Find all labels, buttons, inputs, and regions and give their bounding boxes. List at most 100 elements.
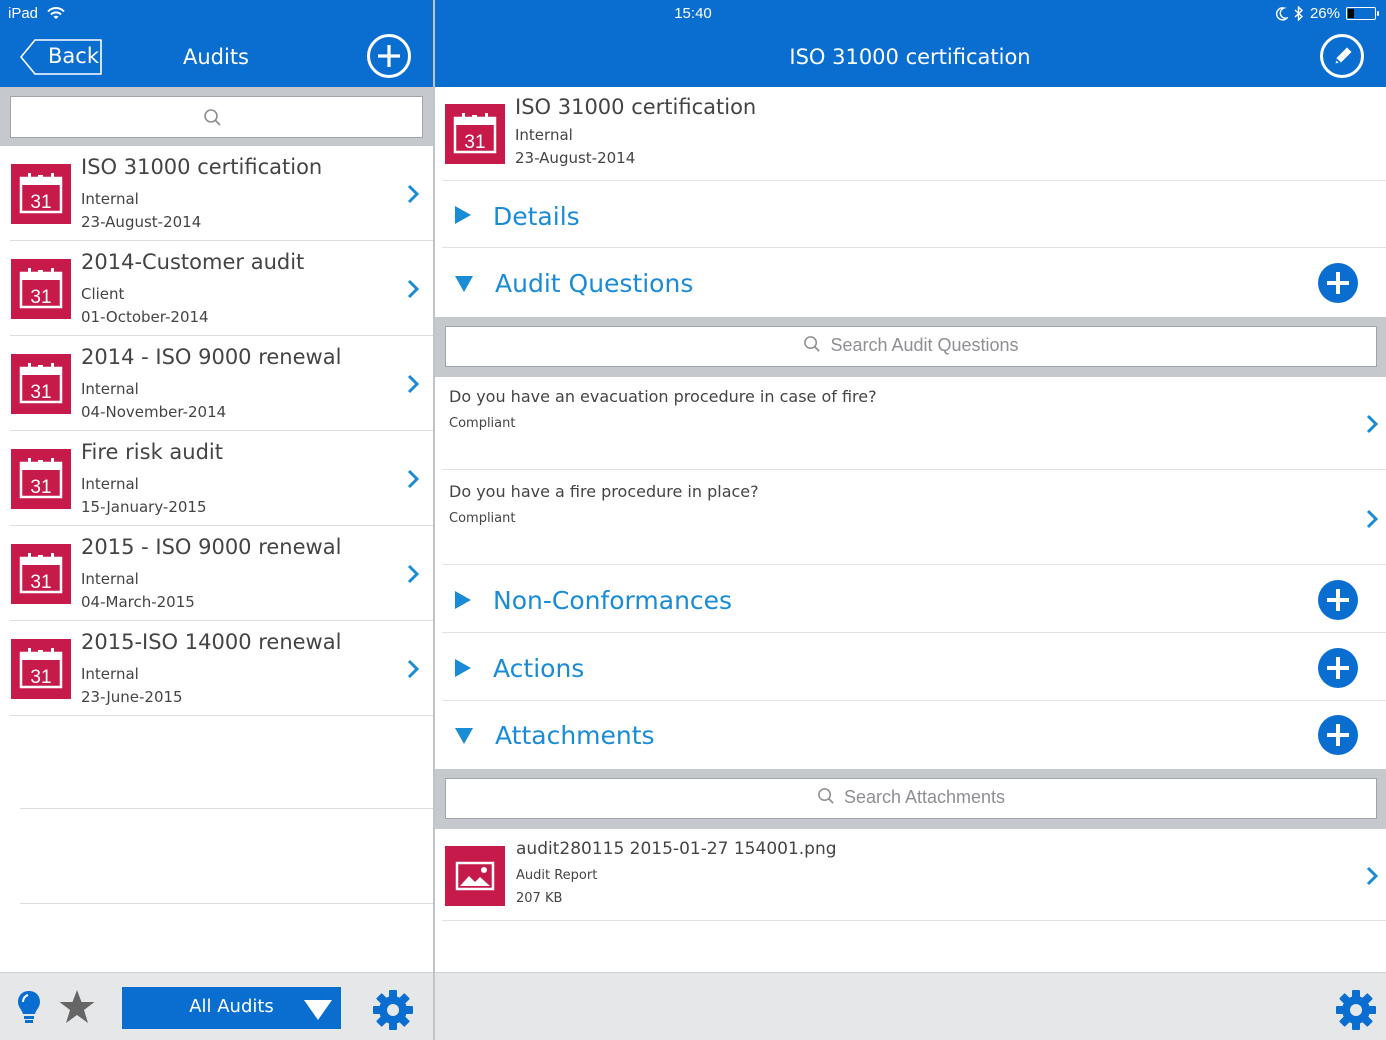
chevron-right-icon [407,184,420,204]
chevron-right-icon [407,469,420,489]
back-button[interactable]: Back [20,39,102,75]
audit-list-item[interactable]: 31 ISO 31000 certification Internal 23-Augu… [0,146,433,241]
expand-triangle-icon[interactable] [454,590,472,610]
battery-percent: 26% [1309,5,1340,22]
row-divider [442,564,1386,565]
svg-text:31: 31 [30,667,51,688]
audit-list-item[interactable]: 31 2015-ISO 14000 renewal Internal 23-June-… [0,621,433,716]
chevron-right-icon [1366,414,1379,434]
left-footer-toolbar: All Audits [0,972,433,1040]
row-divider [442,247,1386,248]
lightbulb-icon[interactable] [16,989,42,1027]
section-audit-questions[interactable]: Audit Questions [495,269,693,298]
audits-title: Audits [182,45,249,69]
chevron-right-icon [407,659,420,679]
plus-icon [378,45,400,67]
star-icon[interactable] [58,989,96,1025]
status-bar-right: 26% [1275,5,1379,22]
edit-button[interactable] [1320,34,1364,78]
question-text: Do you have a fire procedure in place? [449,482,759,501]
add-attachment-plus-icon[interactable] [1318,715,1358,755]
search-icon [204,109,221,126]
detail-type: Internal [515,126,573,144]
audit-type: Internal [81,190,139,208]
audit-date: 01-October-2014 [81,308,209,326]
back-label: Back [48,44,99,68]
questions-search-placeholder: Search Audit Questions [830,335,1019,355]
svg-text:31: 31 [30,287,51,308]
audit-list-item[interactable]: 31 2014-Customer audit Client 01-October-20… [0,241,433,336]
attachment-type: Audit Report [516,868,598,883]
row-divider [442,469,1386,470]
detail-title: ISO 31000 certification [515,95,757,119]
collapse-triangle-icon[interactable] [454,275,474,293]
question-text: Do you have an evacuation procedure in c… [449,387,877,406]
pane-divider [433,0,435,1040]
audit-type: Client [81,285,125,303]
attachments-search-bar: Search Attachments [435,769,1386,829]
settings-gear-icon[interactable] [1335,989,1377,1031]
audit-title: ISO 31000 certification [81,155,323,179]
audit-date: 23-June-2015 [81,688,183,706]
audit-list-item[interactable]: 31 Fire risk audit Internal 15-January-2015 [0,431,433,526]
expand-triangle-icon[interactable] [454,205,472,225]
expand-triangle-icon[interactable] [454,658,472,678]
audits-search-bar [0,87,433,146]
questions-search-bar: Search Audit Questions [435,317,1386,377]
add-non-conformance-plus-icon[interactable] [1318,580,1358,620]
audit-type: Internal [81,475,139,493]
calendar-icon: 31 [11,354,71,414]
row-divider [442,180,1386,181]
audit-list-item[interactable]: 31 2015 - ISO 9000 renewal Internal 04-Marc… [0,526,433,621]
attachments-search-placeholder: Search Attachments [843,787,1006,807]
question-status: Compliant [449,416,516,431]
audit-title: 2014 - ISO 9000 renewal [81,345,342,369]
audit-title: 2015 - ISO 9000 renewal [81,535,342,559]
battery-icon [1346,7,1379,20]
attachment-size: 207 KB [516,891,563,906]
svg-text:31: 31 [30,192,51,213]
moon-icon [1275,6,1288,20]
audit-date: 04-March-2015 [81,593,195,611]
empty-row-divider [20,903,433,904]
settings-gear-icon[interactable] [372,989,414,1031]
audit-date: 15-January-2015 [81,498,207,516]
calendar-icon: 31 [11,639,71,699]
chevron-right-icon [407,374,420,394]
audit-type: Internal [81,570,139,588]
calendar-icon: 31 [11,544,71,604]
svg-text:31: 31 [464,132,485,153]
audit-list-item[interactable]: 31 2014 - ISO 9000 renewal Internal 04-Nove… [0,336,433,431]
audit-type: Internal [81,665,139,683]
collapse-triangle-icon[interactable] [454,727,474,745]
audit-title: 2014-Customer audit [81,250,305,274]
add-action-plus-icon[interactable] [1318,648,1358,688]
all-audits-dropdown[interactable]: All Audits [122,987,341,1029]
question-status: Compliant [449,511,516,526]
section-details[interactable]: Details [493,202,580,231]
section-attachments[interactable]: Attachments [495,721,655,750]
chevron-right-icon [407,279,420,299]
empty-row-divider [20,808,433,809]
status-time: 15:40 [674,5,712,22]
audit-date: 04-November-2014 [81,403,227,421]
calendar-icon: 31 [11,164,71,224]
image-file-icon [445,846,505,906]
calendar-icon: 31 [11,449,71,509]
audit-date: 23-August-2014 [81,213,202,231]
chevron-right-icon [1366,509,1379,529]
chevron-down-icon [304,1000,332,1020]
section-actions[interactable]: Actions [493,654,584,683]
svg-text:31: 31 [30,477,51,498]
attachment-name: audit280115 2015-01-27 154001.png [516,839,837,859]
audits-search-input[interactable] [10,96,423,138]
add-question-plus-icon[interactable] [1318,263,1358,303]
add-audit-button[interactable] [367,34,411,78]
detail-header-title: ISO 31000 certification [789,45,1031,69]
attachments-search-input[interactable]: Search Attachments [445,778,1377,819]
row-divider [442,700,1386,701]
section-non-conformances[interactable]: Non-Conformances [493,586,732,615]
questions-search-input[interactable]: Search Audit Questions [445,326,1377,367]
svg-text:31: 31 [30,572,51,593]
right-footer-toolbar [435,972,1386,1040]
